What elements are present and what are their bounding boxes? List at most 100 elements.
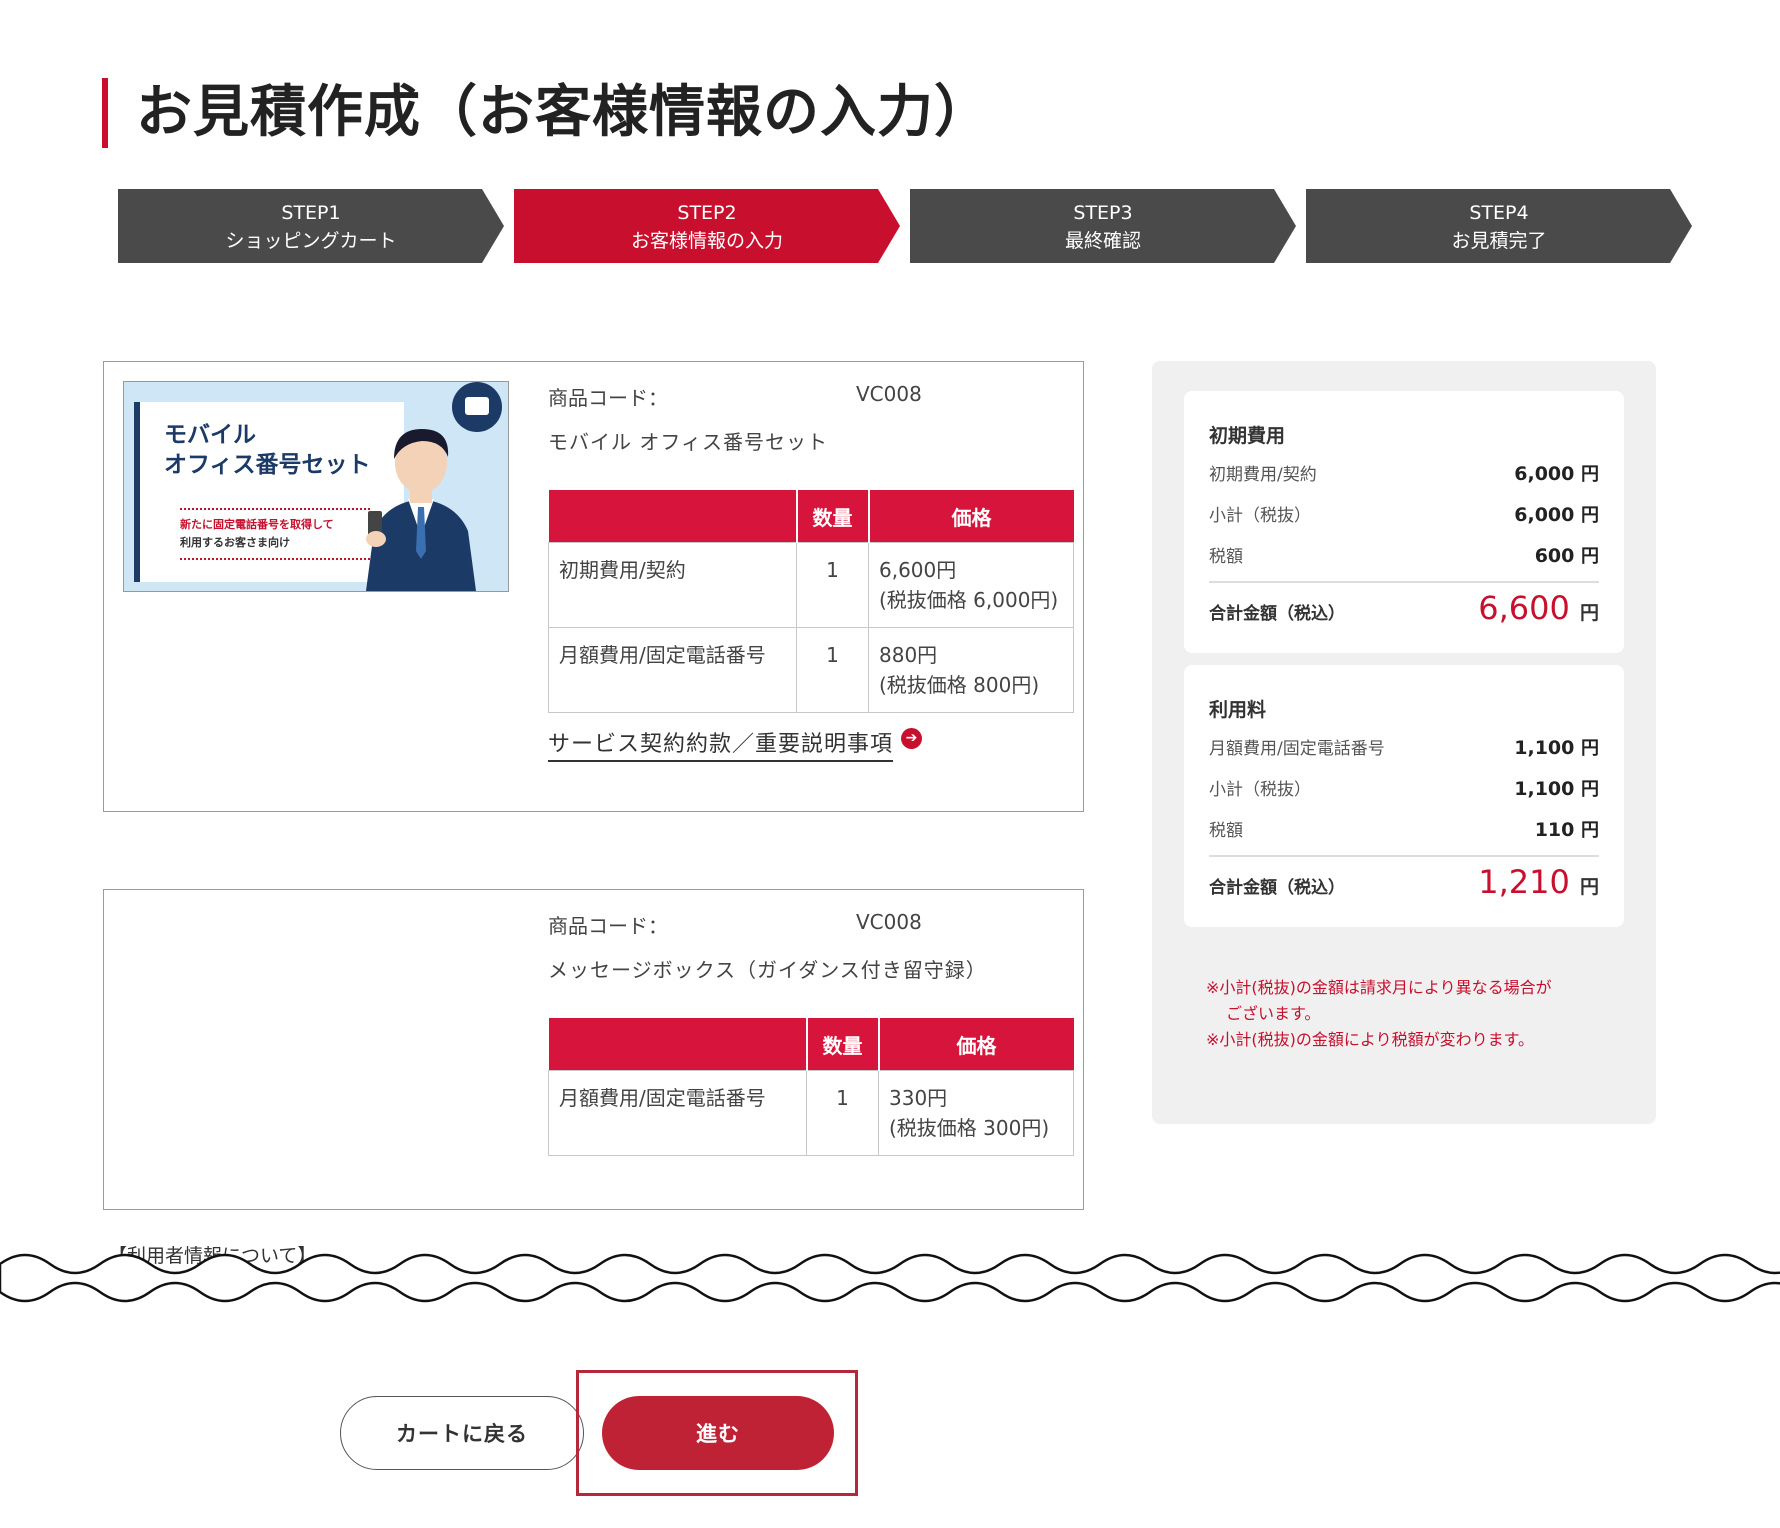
table-row: 月額費用/固定電話番号 1 880円 (税抜価格 800円): [548, 627, 1074, 713]
summary-row: 初期費用/契約 6,000 円: [1209, 460, 1599, 486]
amount: 600: [1534, 545, 1575, 567]
quantity-cell: 1: [796, 542, 869, 628]
arrow-circle-icon[interactable]: ➔: [901, 728, 922, 749]
table-row: 月額費用/固定電話番号 1 330円 (税抜価格 300円): [548, 1070, 1074, 1156]
price-tax-excluded: (税抜価格 800円): [879, 673, 1040, 697]
banner-sub-line: 新たに固定電話番号を取得して: [180, 518, 334, 531]
summary-row-value: 110 円: [1535, 816, 1599, 842]
note-line: ございます。: [1226, 1004, 1321, 1023]
column-header-item: [548, 1018, 807, 1071]
currency-unit: 円: [1579, 876, 1599, 898]
price-cell: 880円 (税抜価格 800円): [868, 627, 1074, 713]
wavy-cut-divider: [0, 1253, 1780, 1303]
total-amount: 6,600: [1478, 589, 1570, 627]
amount: 1,100: [1514, 778, 1575, 800]
summary-row: 税額 600 円: [1209, 542, 1599, 568]
initial-cost-heading: 初期費用: [1209, 425, 1286, 447]
step-label: ショッピングカート: [225, 230, 397, 252]
summary-row-label: 税額: [1209, 547, 1243, 567]
usage-fee-heading: 利用料: [1209, 699, 1267, 721]
total-value: 6,600 円: [1478, 589, 1599, 627]
total-amount: 1,210: [1478, 863, 1570, 901]
column-header-item: [548, 490, 797, 543]
summary-row-value: 6,000 円: [1514, 501, 1599, 527]
currency-unit: 円: [1581, 546, 1599, 567]
currency-unit: 円: [1579, 602, 1599, 624]
item-cell: 月額費用/固定電話番号: [548, 1070, 807, 1156]
price-tax-excluded: (税抜価格 300円): [889, 1116, 1050, 1140]
initial-cost-card: 初期費用 初期費用/契約 6,000 円 小計（税抜） 6,000 円 税額 6…: [1184, 391, 1624, 653]
product-card: モバイル オフィス番号セット 新たに固定電話番号を取得して 利用するお客さま向け…: [103, 361, 1084, 812]
product-name: メッセージボックス（ガイダンス付き留守録）: [548, 958, 987, 982]
price-table: 数量 価格 初期費用/契約 1 6,600円 (税抜価格 6,000円) 月額費…: [548, 490, 1074, 713]
summary-row-value: 1,100 円: [1514, 775, 1599, 801]
total-label: 合計金額（税込）: [1209, 604, 1345, 624]
step-3: STEP3 最終確認: [910, 189, 1296, 263]
price-tax-included: 6,600円: [879, 558, 957, 582]
summary-row: 小計（税抜） 1,100 円: [1209, 775, 1599, 801]
amount: 6,000: [1514, 504, 1575, 526]
table-row: 初期費用/契約 1 6,600円 (税抜価格 6,000円): [548, 542, 1074, 628]
divider: [1209, 855, 1599, 857]
amount: 1,100: [1514, 737, 1575, 759]
amount: 110: [1534, 819, 1575, 841]
banner-sub-line: 利用するお客さま向け: [180, 536, 290, 549]
step-label: 最終確認: [1064, 230, 1141, 252]
step-4: STEP4 お見積完了: [1306, 189, 1692, 263]
price-tax-included: 880円: [879, 643, 938, 667]
product-card: 商品コード： VC008 メッセージボックス（ガイダンス付き留守録） 数量 価格…: [103, 889, 1084, 1210]
summary-row-label: 初期費用/契約: [1209, 465, 1317, 485]
currency-unit: 円: [1581, 820, 1599, 841]
price-tax-included: 330円: [889, 1086, 948, 1110]
total-value: 1,210 円: [1478, 863, 1599, 901]
step-label: お客様情報の入力: [630, 230, 783, 252]
price-summary-panel: 初期費用 初期費用/契約 6,000 円 小計（税抜） 6,000 円 税額 6…: [1152, 361, 1656, 1124]
back-to-cart-button[interactable]: カートに戻る: [340, 1396, 584, 1470]
summary-row-value: 1,100 円: [1514, 734, 1599, 760]
step-indicator: STEP1 ショッピングカート STEP2 お客様情報の入力 STEP3 最終確…: [118, 189, 1692, 263]
step-number: STEP1: [281, 202, 341, 224]
summary-row-label: 税額: [1209, 821, 1243, 841]
summary-row: 税額 110 円: [1209, 816, 1599, 842]
quantity-cell: 1: [806, 1070, 879, 1156]
column-header-quantity: 数量: [805, 1018, 879, 1071]
summary-total: 合計金額（税込） 1,210 円: [1209, 863, 1599, 907]
note-line: ※小計(税抜)の金額により税額が変わります。: [1206, 1030, 1534, 1049]
step-number: STEP2: [677, 202, 737, 224]
price-table: 数量 価格 月額費用/固定電話番号 1 330円 (税抜価格 300円): [548, 1018, 1074, 1156]
usage-fee-card: 利用料 月額費用/固定電話番号 1,100 円 小計（税抜） 1,100 円 税…: [1184, 665, 1624, 927]
summary-row: 小計（税抜） 6,000 円: [1209, 501, 1599, 527]
item-cell: 月額費用/固定電話番号: [548, 627, 797, 713]
price-tax-excluded: (税抜価格 6,000円): [879, 588, 1059, 612]
product-name: モバイル オフィス番号セット: [548, 430, 828, 454]
banner-subtitle: 新たに固定電話番号を取得して 利用するお客さま向け: [180, 508, 370, 560]
divider: [1209, 581, 1599, 583]
step-label: お見積完了: [1451, 230, 1547, 252]
summary-total: 合計金額（税込） 6,600 円: [1209, 589, 1599, 633]
table-header-row: 数量 価格: [548, 490, 1074, 543]
summary-row-value: 6,000 円: [1514, 460, 1599, 486]
currency-unit: 円: [1581, 464, 1599, 485]
quantity-cell: 1: [796, 627, 869, 713]
summary-notes: ※小計(税抜)の金額は請求月により異なる場合が ございます。 ※小計(税抜)の金…: [1206, 975, 1626, 1053]
price-cell: 6,600円 (税抜価格 6,000円): [868, 542, 1074, 628]
product-code-label: 商品コード：: [548, 386, 668, 410]
summary-row-value: 600 円: [1535, 542, 1599, 568]
page-title: お見積作成（お客様情報の入力）: [102, 77, 991, 148]
item-cell: 初期費用/契約: [548, 542, 797, 628]
step-number: STEP4: [1469, 202, 1529, 224]
step-number: STEP3: [1073, 202, 1133, 224]
currency-unit: 円: [1581, 505, 1599, 526]
terms-link[interactable]: サービス契約約款／重要説明事項: [548, 726, 894, 762]
currency-unit: 円: [1581, 738, 1599, 759]
amount: 6,000: [1514, 463, 1575, 485]
step-1: STEP1 ショッピングカート: [118, 189, 504, 263]
summary-row: 月額費用/固定電話番号 1,100 円: [1209, 734, 1599, 760]
step-2-active: STEP2 お客様情報の入力: [514, 189, 900, 263]
column-header-price: 価格: [877, 1018, 1074, 1071]
businessman-illustration: [366, 429, 476, 591]
next-button[interactable]: 進む: [602, 1396, 834, 1470]
product-image: モバイル オフィス番号セット 新たに固定電話番号を取得して 利用するお客さま向け: [123, 381, 509, 592]
currency-unit: 円: [1581, 779, 1599, 800]
product-code: VC008: [856, 910, 922, 934]
